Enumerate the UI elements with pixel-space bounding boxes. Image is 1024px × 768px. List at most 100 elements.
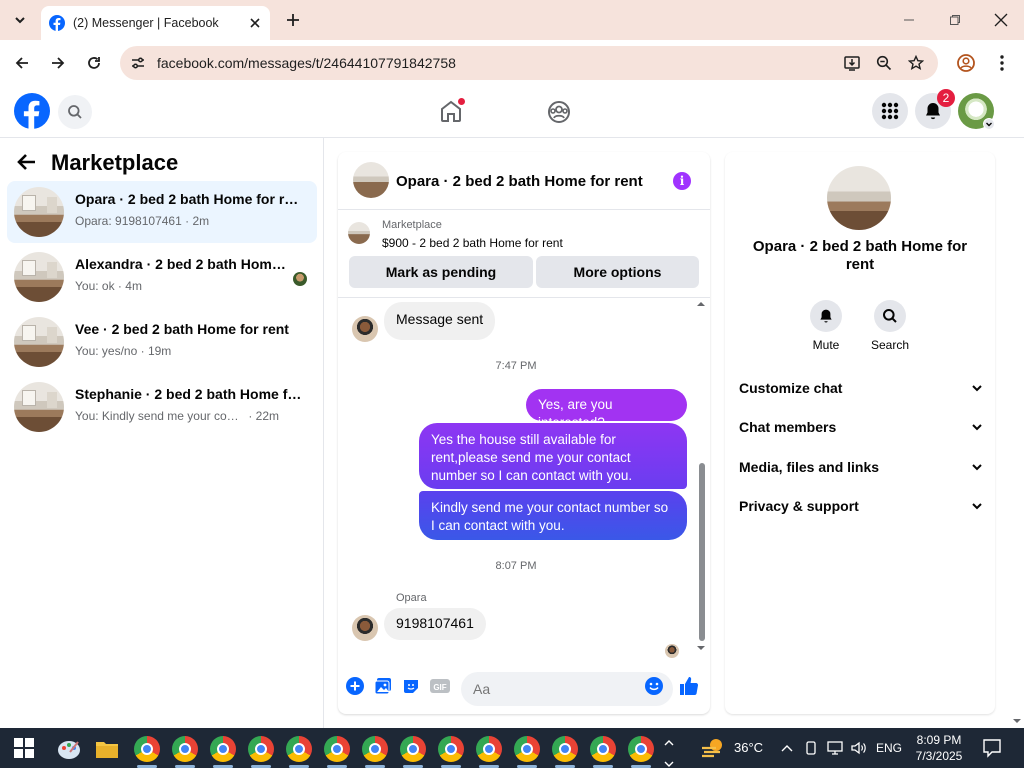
taskbar-app-paint[interactable]	[56, 736, 82, 762]
url-text[interactable]: facebook.com/messages/t/2464410779184275…	[157, 55, 456, 71]
taskbar-chrome-5[interactable]	[286, 736, 312, 762]
sticker-button[interactable]	[401, 676, 421, 696]
weather-widget[interactable]	[700, 736, 726, 760]
close-icon	[994, 13, 1008, 27]
section-label: Media, files and links	[739, 459, 880, 475]
section-media-files-links[interactable]: Media, files and links	[739, 455, 983, 479]
gif-button[interactable]: GIF	[430, 676, 450, 696]
temperature-text[interactable]: 36°C	[734, 740, 763, 755]
more-actions-button[interactable]	[345, 676, 365, 696]
message-bubble-outgoing[interactable]: Yes the house still available for rent,p…	[419, 423, 687, 489]
sender-name: Opara	[396, 592, 427, 604]
groups-icon	[546, 99, 572, 125]
preview-text: Opara: 9198107461	[75, 214, 182, 228]
taskbar-chrome-8[interactable]	[400, 736, 426, 762]
tray-network[interactable]	[826, 739, 844, 757]
input-language[interactable]: ENG	[876, 741, 902, 755]
attach-photo-button[interactable]	[373, 676, 393, 696]
browser-tab-messenger[interactable]: (2) Messenger | Facebook	[41, 6, 270, 40]
reload-button[interactable]	[80, 49, 108, 77]
message-bubble-incoming[interactable]: Message sent	[384, 302, 496, 340]
chrome-menu-button[interactable]	[992, 53, 1012, 73]
taskbar-chrome-3[interactable]	[210, 736, 236, 762]
bookmark-button[interactable]	[906, 53, 926, 73]
tab-close-button[interactable]	[244, 12, 266, 34]
minimize-button[interactable]	[894, 6, 924, 34]
mute-button[interactable]: Mute	[801, 300, 851, 352]
conversation-item-opara[interactable]: Opara · 2 bed 2 bath Home for rent Opara…	[7, 181, 317, 243]
taskbar-chrome-4[interactable]	[248, 736, 274, 762]
mark-as-pending-button[interactable]: Mark as pending	[349, 256, 533, 288]
page-scroll-down-icon[interactable]	[1012, 712, 1022, 723]
scrollbar-thumb[interactable]	[699, 463, 705, 641]
taskbar-chrome-6[interactable]	[324, 736, 350, 762]
clock-time: 8:09 PM	[916, 733, 962, 747]
listing-source: Marketplace	[382, 219, 442, 231]
conversation-item-stephanie[interactable]: Stephanie · 2 bed 2 bath Home for rent Y…	[7, 376, 317, 438]
taskbar-chrome-12[interactable]	[552, 736, 578, 762]
nav-groups-button[interactable]	[546, 99, 572, 125]
tab-search-button[interactable]	[6, 8, 34, 32]
restore-button[interactable]	[940, 6, 970, 34]
site-info-button[interactable]	[128, 53, 148, 73]
notification-center-button[interactable]	[982, 738, 1002, 758]
taskbar-chrome-7[interactable]	[362, 736, 388, 762]
taskbar-app-file-explorer[interactable]	[94, 736, 120, 762]
menu-apps-button[interactable]	[872, 93, 908, 129]
plus-icon	[286, 13, 300, 27]
preview-text: You: Kindly send me your contact number …	[75, 409, 245, 423]
chevron-down-icon	[985, 120, 993, 128]
message-bubble-outgoing[interactable]: Kindly send me your contact number so I …	[419, 491, 687, 540]
taskbar-chrome-11[interactable]	[514, 736, 540, 762]
new-tab-button[interactable]	[282, 9, 304, 31]
forward-nav-button[interactable]	[44, 49, 72, 77]
message-bubble-outgoing[interactable]: Yes, are you interested?	[526, 389, 687, 430]
scroll-down-icon[interactable]	[696, 644, 706, 652]
search-conversation-button[interactable]: Search	[865, 300, 915, 352]
profile-chevron[interactable]	[983, 118, 995, 130]
speaker-icon	[851, 741, 867, 755]
conversation-item-alexandra[interactable]: Alexandra · 2 bed 2 bath Home for rent Y…	[7, 246, 317, 308]
listing-price-title[interactable]: $900 - 2 bed 2 bath Home for rent	[382, 236, 563, 250]
taskbar-overflow-scroll[interactable]	[664, 734, 676, 767]
facebook-logo[interactable]	[14, 93, 50, 129]
chat-thumbnail[interactable]	[353, 162, 389, 198]
chevron-down-icon	[971, 382, 983, 394]
back-button[interactable]	[16, 151, 42, 175]
taskbar-chrome-9[interactable]	[438, 736, 464, 762]
taskbar-chrome-14[interactable]	[628, 736, 654, 762]
section-chat-members[interactable]: Chat members	[739, 415, 983, 439]
taskbar-chrome-2[interactable]	[172, 736, 198, 762]
emoji-button[interactable]	[644, 676, 664, 696]
taskbar-chrome-13[interactable]	[590, 736, 616, 762]
start-button[interactable]	[14, 738, 34, 758]
zoom-button[interactable]	[874, 53, 894, 73]
chat-title[interactable]: Opara · 2 bed 2 bath Home for rent	[396, 173, 643, 190]
seen-avatar	[293, 272, 307, 286]
more-options-button[interactable]: More options	[536, 256, 699, 288]
install-app-button[interactable]	[842, 53, 862, 73]
listing-thumbnail[interactable]	[348, 222, 370, 244]
like-send-button[interactable]	[679, 676, 699, 696]
chrome-profile-button[interactable]	[956, 53, 976, 73]
section-customize-chat[interactable]: Customize chat	[739, 376, 983, 400]
message-input[interactable]	[461, 672, 673, 706]
svg-text:GIF: GIF	[433, 683, 446, 692]
window-close-button[interactable]	[986, 6, 1016, 34]
show-hidden-icons-button[interactable]	[778, 739, 796, 757]
back-nav-button[interactable]	[8, 49, 36, 77]
taskbar-chrome-10[interactable]	[476, 736, 502, 762]
windows-taskbar: 36°C ENG 8:09 PM 7/3/2025	[0, 728, 1024, 768]
scroll-up-icon[interactable]	[696, 300, 706, 308]
message-bubble-incoming[interactable]: 9198107461	[384, 608, 486, 640]
tray-volume[interactable]	[850, 739, 868, 757]
clock[interactable]: 8:09 PM 7/3/2025	[905, 732, 973, 764]
section-privacy-support[interactable]: Privacy & support	[739, 494, 983, 518]
listing-thumbnail	[14, 187, 64, 237]
facebook-search-button[interactable]	[58, 95, 92, 129]
conversation-item-vee[interactable]: Vee · 2 bed 2 bath Home for rent You: ye…	[7, 311, 317, 373]
info-icon[interactable]: i	[673, 172, 691, 190]
conversation-preview: You: yes/no · 19m	[75, 344, 172, 358]
taskbar-chrome-1[interactable]	[134, 736, 160, 762]
tray-meet-now[interactable]	[802, 739, 820, 757]
